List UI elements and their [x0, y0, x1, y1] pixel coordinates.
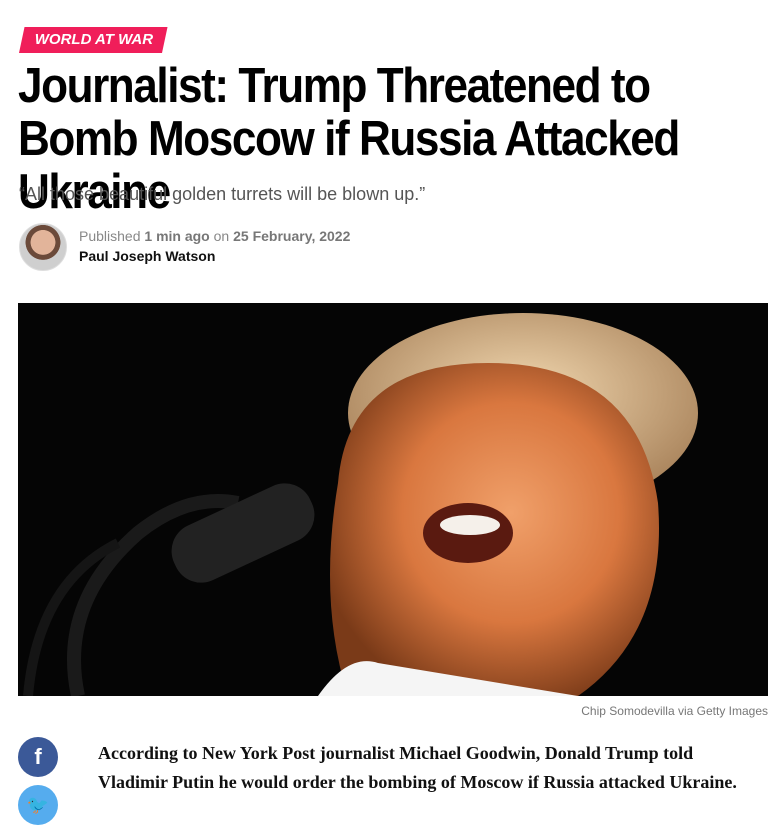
- hero-photo-illustration: [18, 303, 768, 696]
- published-time: 1 min ago: [144, 228, 210, 244]
- published-prefix: Published: [79, 228, 141, 244]
- author-avatar[interactable]: [19, 223, 67, 271]
- category-label: WORLD AT WAR: [34, 31, 154, 48]
- article-lede: According to New York Post journalist Mi…: [98, 743, 737, 792]
- image-credit: Chip Somodevilla via Getty Images: [581, 704, 768, 718]
- category-tag[interactable]: WORLD AT WAR: [19, 27, 168, 53]
- published-on: on: [213, 228, 230, 244]
- publish-meta: Published 1 min ago on 25 February, 2022: [79, 228, 350, 244]
- author-name[interactable]: Paul Joseph Watson: [79, 248, 215, 264]
- twitter-share-button[interactable]: 🐦: [18, 785, 58, 825]
- facebook-share-button[interactable]: f: [18, 737, 58, 777]
- hero-image: [18, 303, 768, 696]
- facebook-icon: f: [34, 744, 42, 769]
- twitter-icon: 🐦: [26, 795, 50, 815]
- article-subtitle: “All those beautiful golden turrets will…: [19, 184, 426, 204]
- published-date: 25 February, 2022: [233, 228, 351, 244]
